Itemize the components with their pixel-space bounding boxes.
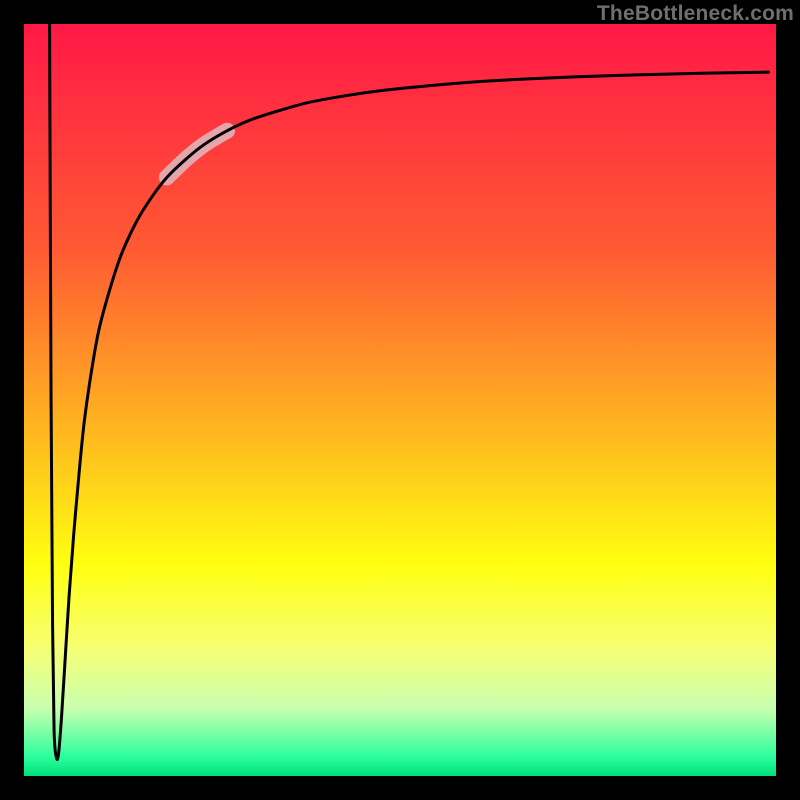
bottleneck-chart: [0, 0, 800, 800]
watermark-label: TheBottleneck.com: [597, 2, 794, 26]
gradient-background: [24, 24, 776, 776]
chart-container: TheBottleneck.com: [0, 0, 800, 800]
